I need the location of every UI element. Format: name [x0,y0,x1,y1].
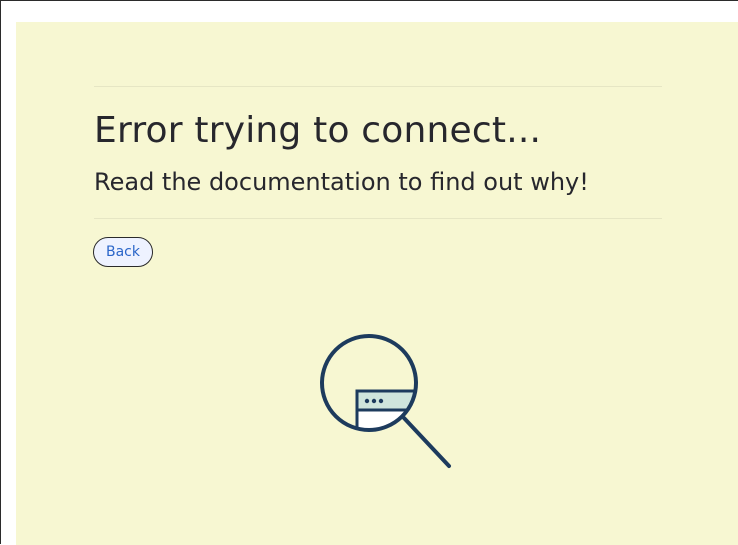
top-divider [94,86,662,87]
error-panel: Error trying to connect... Read the docu… [16,22,738,545]
window-frame: Error trying to connect... Read the docu… [0,0,738,545]
bottom-divider [94,218,662,219]
page-subtitle: Read the documentation to find out why! [94,168,589,196]
error-illustration [312,325,462,475]
back-button[interactable]: Back [93,237,153,267]
magnifier-handle [402,416,451,468]
page-title: Error trying to connect... [94,110,542,151]
magnifier-browser-window-icon [320,334,451,468]
